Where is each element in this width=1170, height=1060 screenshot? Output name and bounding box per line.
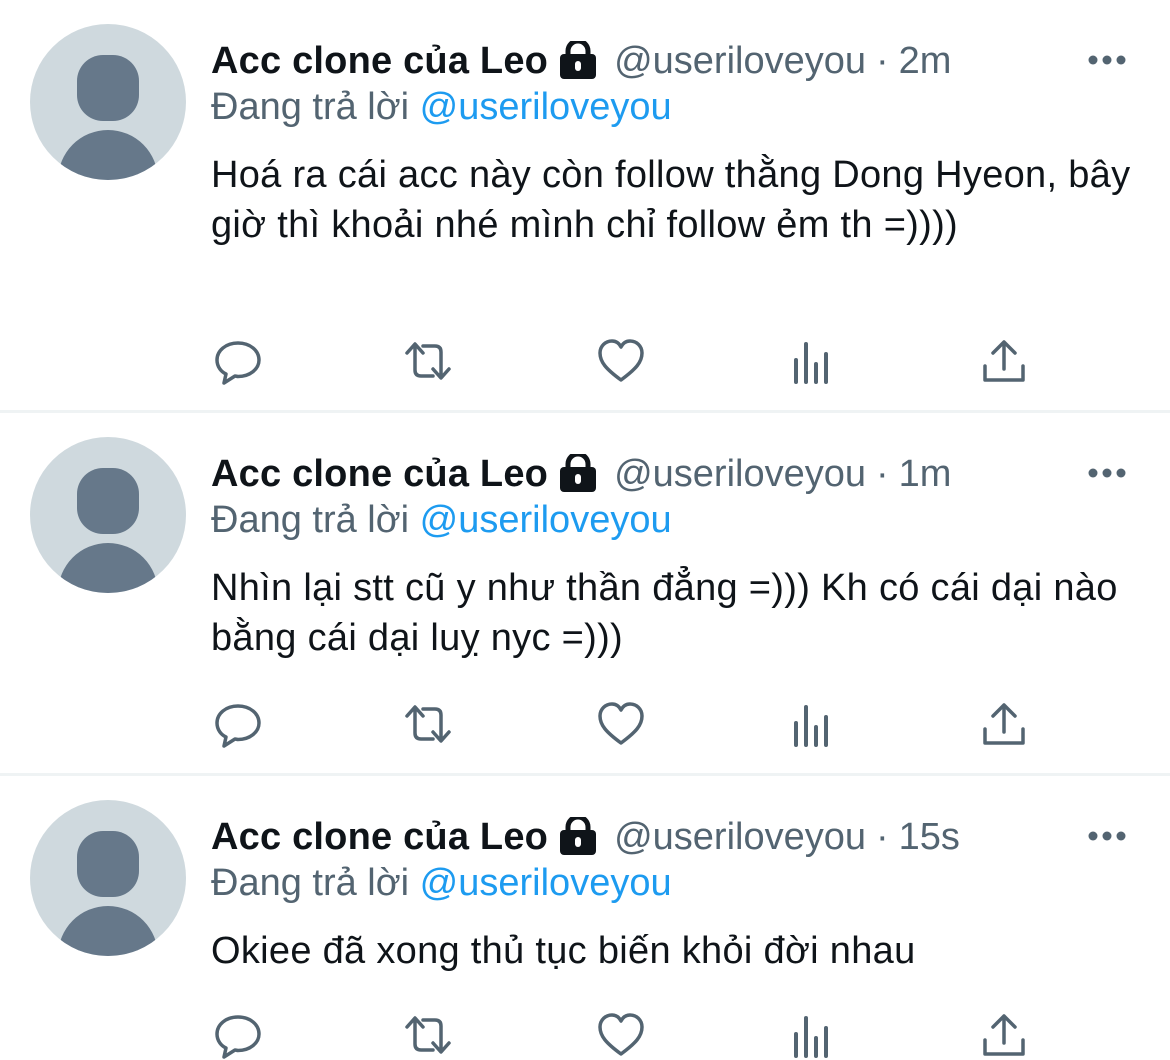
views-icon[interactable] — [787, 1010, 837, 1060]
reply-icon[interactable] — [213, 336, 263, 386]
tweet-header: Acc clone của Leo @useriloveyou · 15s — [211, 812, 960, 862]
tweet-actions — [0, 1010, 1170, 1060]
avatar[interactable] — [30, 24, 186, 180]
tweet-text: Okiee đã xong thủ tục biến khỏi đời nhau — [211, 930, 916, 972]
views-icon[interactable] — [787, 699, 837, 749]
timestamp[interactable]: 2m — [899, 40, 952, 83]
time-separator: · — [876, 452, 889, 495]
timestamp[interactable]: 1m — [899, 453, 952, 496]
user-handle[interactable]: @useriloveyou — [614, 816, 866, 859]
avatar[interactable] — [30, 800, 186, 956]
reply-mention-link[interactable]: @useriloveyou — [420, 499, 672, 541]
retweet-icon[interactable] — [403, 336, 453, 386]
avatar[interactable] — [30, 437, 186, 593]
user-handle[interactable]: @useriloveyou — [614, 40, 866, 83]
retweet-icon[interactable] — [403, 1010, 453, 1060]
more-icon[interactable] — [1086, 463, 1128, 483]
tweet-header: Acc clone của Leo @useriloveyou · 2m — [211, 36, 951, 86]
tweet-separator — [0, 773, 1170, 776]
lock-icon — [558, 454, 598, 494]
like-icon[interactable] — [596, 699, 646, 749]
retweet-icon[interactable] — [403, 699, 453, 749]
replying-to-label: Đang trả lời — [211, 86, 410, 128]
share-icon[interactable] — [979, 1010, 1029, 1060]
display-name[interactable]: Acc clone của Leo — [211, 40, 548, 83]
reply-mention-link[interactable]: @useriloveyou — [420, 86, 672, 128]
display-name[interactable]: Acc clone của Leo — [211, 453, 548, 496]
replying-to: Đang trả lời @useriloveyou — [211, 862, 672, 905]
lock-icon — [558, 41, 598, 81]
avatar-head-shape — [77, 55, 139, 121]
reply-icon[interactable] — [213, 699, 263, 749]
user-handle[interactable]: @useriloveyou — [614, 453, 866, 496]
avatar-body-shape — [58, 130, 158, 180]
more-icon[interactable] — [1086, 50, 1128, 70]
replying-to: Đang trả lời @useriloveyou — [211, 86, 672, 129]
avatar-body-shape — [58, 543, 158, 593]
time-separator: · — [876, 815, 889, 858]
replying-to-label: Đang trả lời — [211, 499, 410, 541]
replying-to-label: Đang trả lời — [211, 862, 410, 904]
replying-to: Đang trả lời @useriloveyou — [211, 499, 672, 542]
like-icon[interactable] — [596, 336, 646, 386]
tweet-text: Hoá ra cái acc này còn follow thằng Dong… — [211, 154, 1131, 246]
avatar-head-shape — [77, 831, 139, 897]
tweet-separator — [0, 410, 1170, 413]
tweet-actions — [0, 699, 1170, 749]
tweet-header: Acc clone của Leo @useriloveyou · 1m — [211, 449, 951, 499]
share-icon[interactable] — [979, 699, 1029, 749]
reply-icon[interactable] — [213, 1010, 263, 1060]
lock-icon — [558, 817, 598, 857]
more-icon[interactable] — [1086, 826, 1128, 846]
avatar-head-shape — [77, 468, 139, 534]
reply-mention-link[interactable]: @useriloveyou — [420, 862, 672, 904]
like-icon[interactable] — [596, 1010, 646, 1060]
share-icon[interactable] — [979, 336, 1029, 386]
timestamp[interactable]: 15s — [899, 816, 960, 859]
display-name[interactable]: Acc clone của Leo — [211, 816, 548, 859]
tweet-actions — [0, 336, 1170, 386]
tweet-text: Nhìn lại stt cũ y như thần đẳng =))) Kh … — [211, 567, 1118, 659]
avatar-body-shape — [58, 906, 158, 956]
time-separator: · — [876, 39, 889, 82]
views-icon[interactable] — [787, 336, 837, 386]
